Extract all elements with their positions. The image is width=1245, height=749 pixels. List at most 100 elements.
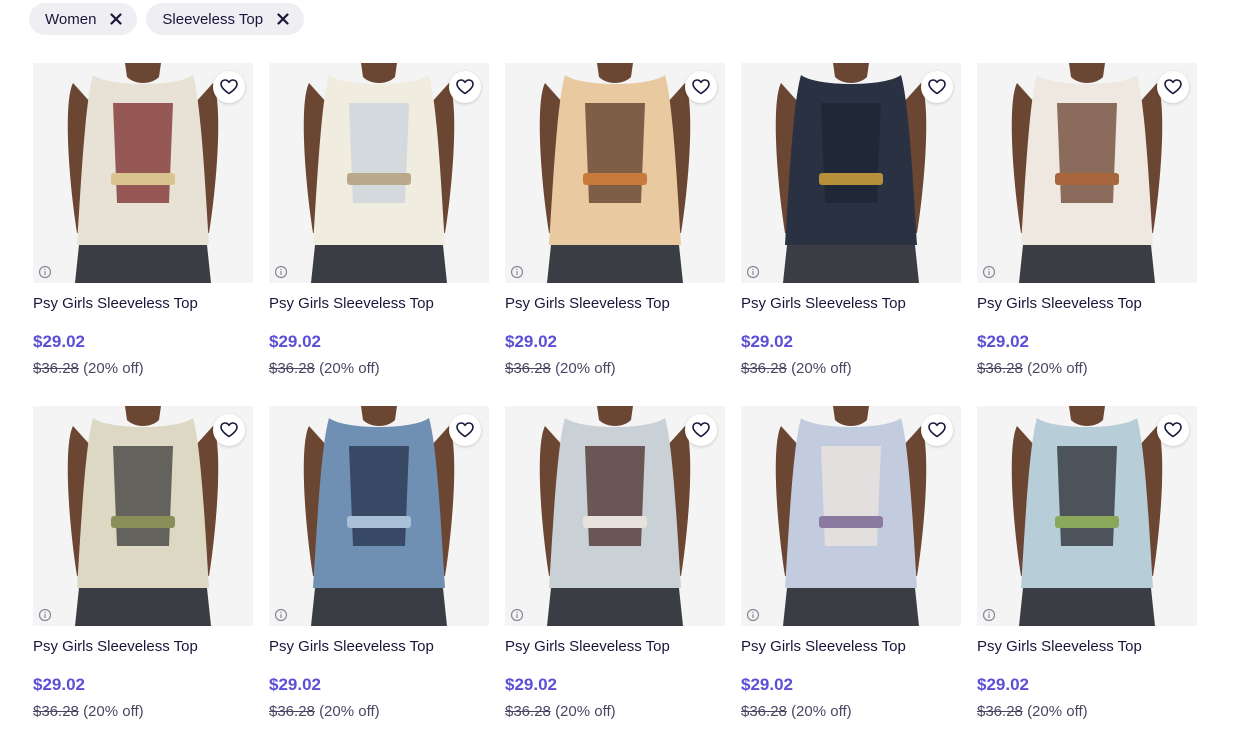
discount-label: (20% off) [319, 703, 380, 720]
filter-chip-sleeveless-top[interactable]: Sleeveless Top [146, 3, 305, 35]
product-image[interactable] [505, 63, 725, 283]
discount-label: (20% off) [555, 703, 616, 720]
product-title[interactable]: Psy Girls Sleeveless Top [269, 295, 489, 313]
original-price: $36.28 [505, 360, 551, 377]
heart-icon [456, 422, 474, 438]
info-icon[interactable] [510, 608, 524, 622]
favorite-button[interactable] [449, 71, 481, 103]
heart-icon [692, 422, 710, 438]
favorite-button[interactable] [685, 414, 717, 446]
product-title[interactable]: Psy Girls Sleeveless Top [269, 638, 489, 656]
product-price: $29.02 [33, 332, 85, 351]
product-card[interactable]: Psy Girls Sleeveless Top $29.02 $36.28 (… [741, 406, 961, 749]
heart-icon [1164, 79, 1182, 95]
product-price: $29.02 [505, 675, 557, 694]
original-price-row: $36.28 (20% off) [977, 360, 1197, 378]
original-price-row: $36.28 (20% off) [33, 360, 253, 378]
original-price: $36.28 [269, 703, 315, 720]
info-icon[interactable] [38, 608, 52, 622]
product-price: $29.02 [505, 332, 557, 351]
product-title[interactable]: Psy Girls Sleeveless Top [741, 295, 961, 313]
original-price-row: $36.28 (20% off) [741, 360, 961, 378]
info-icon[interactable] [510, 265, 524, 279]
product-image[interactable] [269, 63, 489, 283]
info-icon[interactable] [982, 608, 996, 622]
close-icon[interactable] [277, 13, 289, 25]
product-title[interactable]: Psy Girls Sleeveless Top [33, 638, 253, 656]
product-card[interactable]: Psy Girls Sleeveless Top $29.02 $36.28 (… [977, 406, 1197, 749]
product-card[interactable]: Psy Girls Sleeveless Top $29.02 $36.28 (… [977, 63, 1197, 406]
favorite-button[interactable] [921, 71, 953, 103]
product-grid: Psy Girls Sleeveless Top $29.02 $36.28 (… [33, 63, 1197, 749]
info-icon[interactable] [746, 265, 760, 279]
product-image[interactable] [269, 406, 489, 626]
product-image[interactable] [977, 406, 1197, 626]
discount-label: (20% off) [83, 703, 144, 720]
heart-icon [220, 79, 238, 95]
filter-chip-women[interactable]: Women [29, 3, 138, 35]
product-image[interactable] [977, 63, 1197, 283]
info-icon[interactable] [746, 608, 760, 622]
product-card[interactable]: Psy Girls Sleeveless Top $29.02 $36.28 (… [33, 63, 253, 406]
original-price: $36.28 [977, 360, 1023, 377]
product-image[interactable] [741, 63, 961, 283]
product-image[interactable] [741, 406, 961, 626]
favorite-button[interactable] [449, 414, 481, 446]
original-price-row: $36.28 (20% off) [505, 360, 725, 378]
favorite-button[interactable] [1157, 414, 1189, 446]
product-title[interactable]: Psy Girls Sleeveless Top [977, 638, 1197, 656]
product-title[interactable]: Psy Girls Sleeveless Top [505, 638, 725, 656]
product-card[interactable]: Psy Girls Sleeveless Top $29.02 $36.28 (… [269, 406, 489, 749]
original-price-row: $36.28 (20% off) [505, 703, 725, 721]
original-price: $36.28 [741, 360, 787, 377]
favorite-button[interactable] [921, 414, 953, 446]
discount-label: (20% off) [83, 360, 144, 377]
close-icon[interactable] [110, 13, 123, 25]
product-card[interactable]: Psy Girls Sleeveless Top $29.02 $36.28 (… [505, 63, 725, 406]
product-price: $29.02 [977, 675, 1029, 694]
heart-icon [1164, 422, 1182, 438]
favorite-button[interactable] [213, 71, 245, 103]
original-price-row: $36.28 (20% off) [269, 703, 489, 721]
original-price: $36.28 [33, 703, 79, 720]
product-card[interactable]: Psy Girls Sleeveless Top $29.02 $36.28 (… [741, 63, 961, 406]
filter-chip-label: Women [45, 10, 97, 28]
product-price: $29.02 [741, 675, 793, 694]
info-icon[interactable] [274, 608, 288, 622]
product-title[interactable]: Psy Girls Sleeveless Top [505, 295, 725, 313]
discount-label: (20% off) [791, 703, 852, 720]
original-price: $36.28 [741, 703, 787, 720]
product-price: $29.02 [977, 332, 1029, 351]
product-card[interactable]: Psy Girls Sleeveless Top $29.02 $36.28 (… [505, 406, 725, 749]
heart-icon [692, 79, 710, 95]
favorite-button[interactable] [1157, 71, 1189, 103]
original-price-row: $36.28 (20% off) [741, 703, 961, 721]
info-icon[interactable] [274, 265, 288, 279]
discount-label: (20% off) [319, 360, 380, 377]
original-price-row: $36.28 (20% off) [33, 703, 253, 721]
original-price: $36.28 [33, 360, 79, 377]
product-image[interactable] [33, 406, 253, 626]
favorite-button[interactable] [685, 71, 717, 103]
product-image[interactable] [505, 406, 725, 626]
heart-icon [928, 422, 946, 438]
favorite-button[interactable] [213, 414, 245, 446]
discount-label: (20% off) [555, 360, 616, 377]
heart-icon [928, 79, 946, 95]
original-price: $36.28 [505, 703, 551, 720]
product-title[interactable]: Psy Girls Sleeveless Top [33, 295, 253, 313]
product-title[interactable]: Psy Girls Sleeveless Top [741, 638, 961, 656]
product-price: $29.02 [741, 332, 793, 351]
heart-icon [456, 79, 474, 95]
info-icon[interactable] [38, 265, 52, 279]
active-filters: Women Sleeveless Top [29, 3, 305, 35]
info-icon[interactable] [982, 265, 996, 279]
discount-label: (20% off) [1027, 703, 1088, 720]
original-price: $36.28 [977, 703, 1023, 720]
product-image[interactable] [33, 63, 253, 283]
product-card[interactable]: Psy Girls Sleeveless Top $29.02 $36.28 (… [269, 63, 489, 406]
product-card[interactable]: Psy Girls Sleeveless Top $29.02 $36.28 (… [33, 406, 253, 749]
product-title[interactable]: Psy Girls Sleeveless Top [977, 295, 1197, 313]
original-price-row: $36.28 (20% off) [269, 360, 489, 378]
filter-chip-label: Sleeveless Top [162, 10, 264, 28]
